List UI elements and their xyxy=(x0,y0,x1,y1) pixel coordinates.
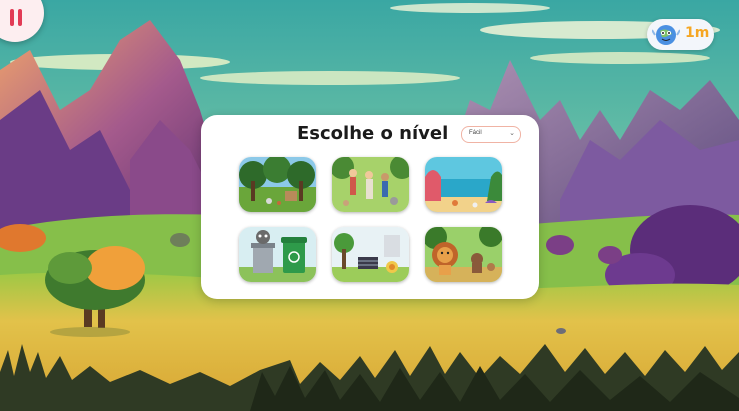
level-tile-recycling[interactable] xyxy=(239,227,316,282)
level-tile-beach[interactable] xyxy=(425,157,502,212)
forest-thumbnail xyxy=(239,157,316,212)
pause-icon-bar xyxy=(18,9,22,26)
city-garden-thumbnail xyxy=(332,227,409,282)
difficulty-select[interactable]: Fácil ⌄ xyxy=(461,126,521,143)
recycling-thumbnail xyxy=(239,227,316,282)
timer-value: 1m xyxy=(685,25,710,41)
level-tile-forest[interactable] xyxy=(239,157,316,212)
park-thumbnail xyxy=(332,157,409,212)
level-tile-city-garden[interactable] xyxy=(332,227,409,282)
chevron-down-icon: ⌄ xyxy=(509,129,515,137)
level-tile-savanna[interactable] xyxy=(425,227,502,282)
savanna-thumbnail xyxy=(425,227,502,282)
globe-mascot-icon xyxy=(652,25,680,45)
difficulty-selected: Fácil xyxy=(469,130,482,136)
level-select-panel: Escolhe o nível Fácil ⌄ xyxy=(201,115,539,299)
panel-title: Escolhe o nível xyxy=(297,123,449,144)
level-tile-park[interactable] xyxy=(332,157,409,212)
timer-badge: 1m xyxy=(647,19,714,50)
beach-thumbnail xyxy=(425,157,502,212)
pause-icon xyxy=(10,9,14,26)
